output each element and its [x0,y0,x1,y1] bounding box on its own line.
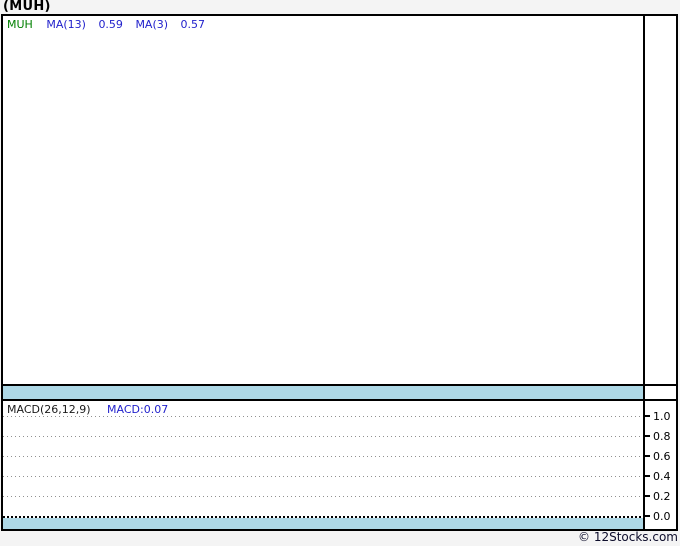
macd-axis-label: 0.8 [653,430,671,443]
right-axis-line [643,16,645,529]
ma13-value: 0.59 [98,18,123,31]
macd-axis-tick [643,415,650,417]
macd-label: MACD(26,12,9) [7,403,91,416]
macd-axis-label: 0.2 [653,490,671,503]
macd-gridline-0.4 [3,476,643,477]
macd-panel-legend: MACD(26,12,9) MACD:0.07 [7,403,168,416]
macd-axis-tick [643,495,650,497]
macd-gridline-0.6 [3,456,643,457]
chart-frame: MUH MA(13) 0.59 MA(3) 0.57 MACD(26,12,9)… [1,14,678,531]
chart-inner: MUH MA(13) 0.59 MA(3) 0.57 MACD(26,12,9)… [3,16,676,529]
macd-axis-tick [643,435,650,437]
macd-axis-tick [643,515,650,517]
watermark: © 12Stocks.com [578,530,678,544]
stock-chart-page: { "header": { "title": "(MUH)" }, "main_… [0,0,680,546]
macd-value: MACD:0.07 [107,403,169,416]
macd-axis-label: 0.4 [653,470,671,483]
macd-gridline-0.8 [3,436,643,437]
macd-axis-label: 1.0 [653,410,671,423]
ma3-label: MA(3) [135,18,169,31]
macd-gridline-1.0 [3,416,643,417]
date-axis-band-top [3,386,643,399]
symbol-label: MUH [7,18,33,31]
macd-axis-tick [643,475,650,477]
macd-axis-label: 0.0 [653,510,671,523]
page-title: (MUH) [3,0,51,14]
macd-axis-label: 0.6 [653,450,671,463]
ma3-value: 0.57 [180,18,206,31]
ma13-label: MA(13) [46,18,86,31]
main-panel-legend: MUH MA(13) 0.59 MA(3) 0.57 [7,18,205,31]
date-axis-band-bottom [3,518,643,529]
macd-gridline-0.2 [3,496,643,497]
macd-axis-tick [643,455,650,457]
macd-panel-top-border [3,399,676,401]
